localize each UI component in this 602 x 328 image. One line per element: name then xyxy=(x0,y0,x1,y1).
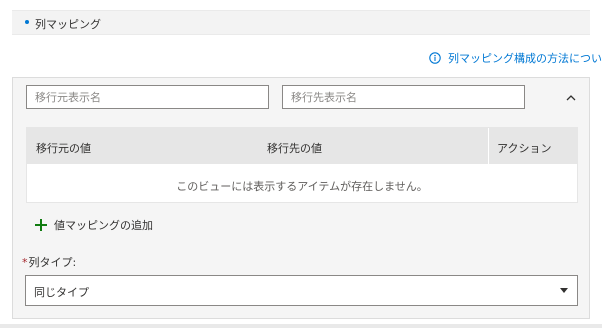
column-type-dropdown[interactable]: 同じタイプ xyxy=(25,275,578,306)
column-type-label: *列タイプ: xyxy=(22,254,76,270)
required-mark: * xyxy=(22,256,28,269)
caret-down-icon xyxy=(560,288,568,293)
add-value-mapping-label: 値マッピングの追加 xyxy=(54,219,153,232)
mapping-card: 移行元の値 移行先の値 アクション このビューには表示するアイテムが存在しません… xyxy=(12,77,590,319)
column-type-label-text: 列タイプ: xyxy=(28,256,77,269)
column-type-selected-value: 同じタイプ xyxy=(34,286,89,299)
info-icon xyxy=(429,52,441,64)
plus-icon xyxy=(35,219,47,231)
add-value-mapping-button[interactable]: 値マッピングの追加 xyxy=(35,218,153,232)
column-divider xyxy=(488,128,489,164)
value-mapping-grid: 移行元の値 移行先の値 アクション このビューには表示するアイテムが存在しません… xyxy=(26,127,578,203)
column-header-action: アクション xyxy=(497,142,552,155)
target-name-filter-input[interactable] xyxy=(282,85,525,109)
bullet-icon xyxy=(25,20,29,24)
column-header-source-value: 移行元の値 xyxy=(36,142,91,155)
section-header: 列マッピング xyxy=(12,10,590,35)
help-link-text[interactable]: 列マッピング構成の方法について xyxy=(448,50,602,66)
column-header-target-value: 移行先の値 xyxy=(267,142,322,155)
help-link[interactable]: 列マッピング構成の方法について xyxy=(429,50,602,66)
bottom-divider xyxy=(0,324,602,328)
grid-header: 移行元の値 移行先の値 アクション xyxy=(27,128,577,164)
source-name-filter-input[interactable] xyxy=(26,85,269,109)
grid-empty-message: このビューには表示するアイテムが存在しません。 xyxy=(176,180,428,193)
chevron-up-icon[interactable] xyxy=(564,93,578,103)
section-title: 列マッピング xyxy=(35,18,101,31)
